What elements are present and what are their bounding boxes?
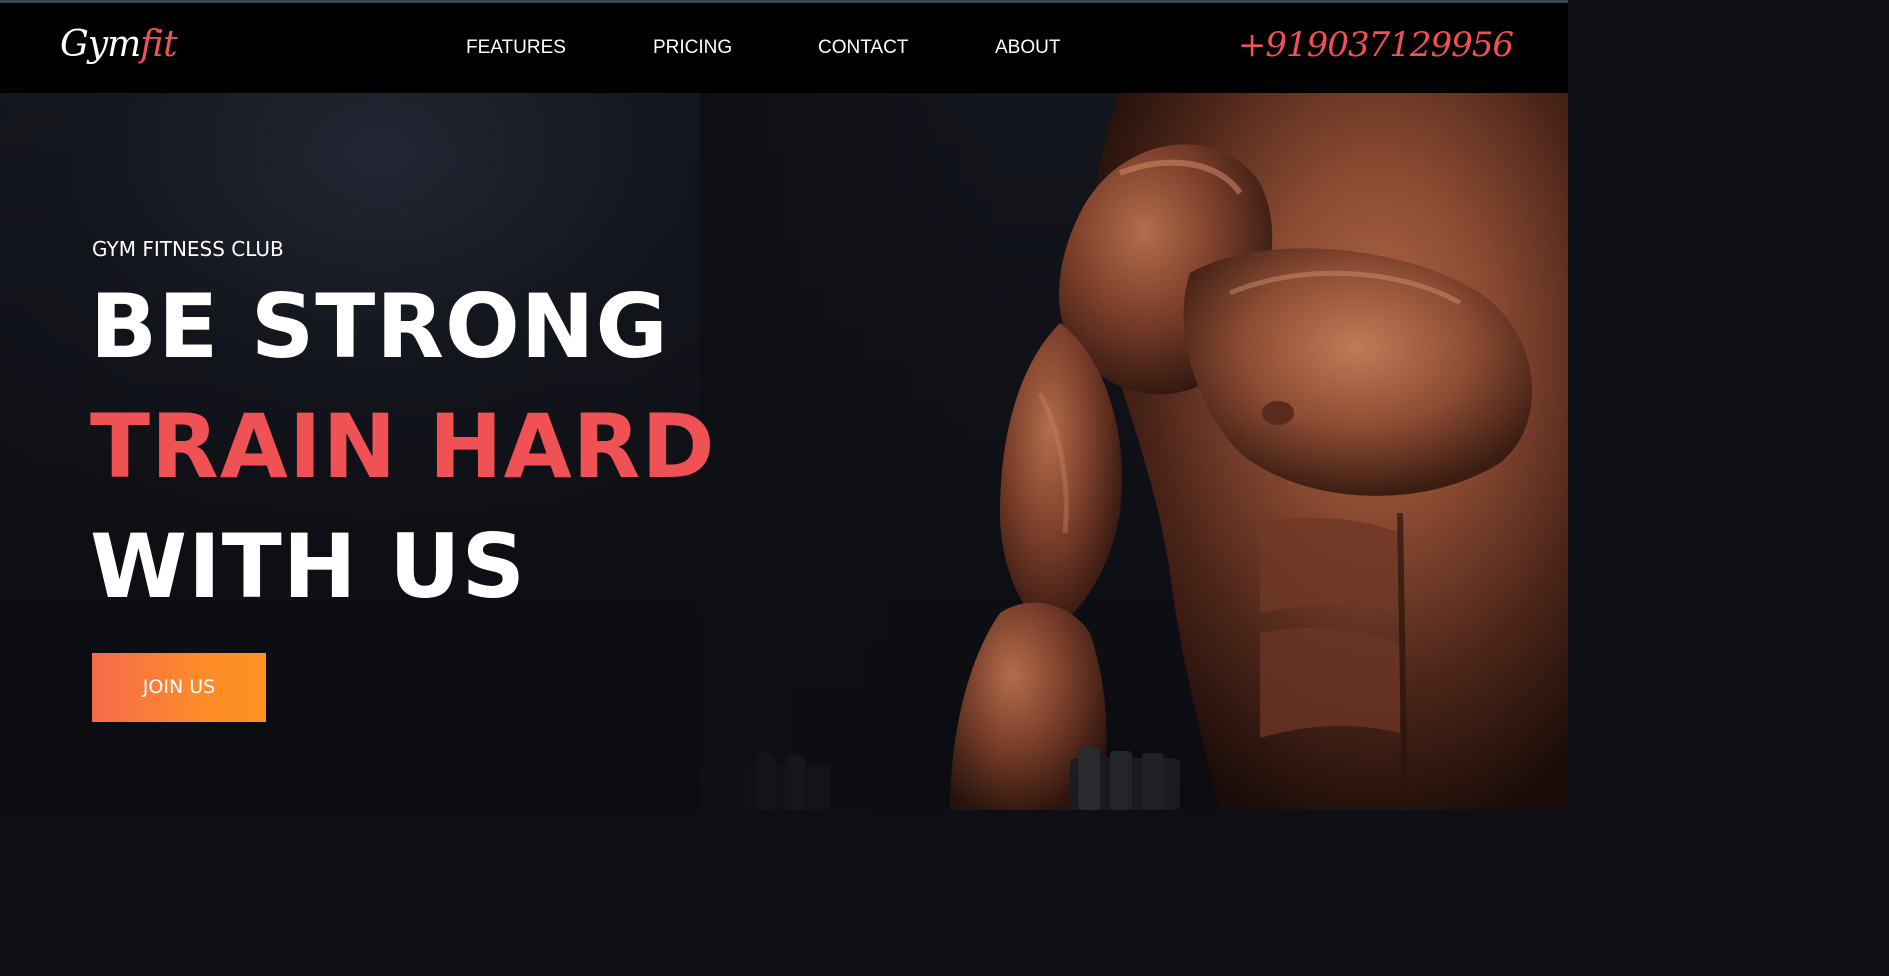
navbar: Gymfit FEATURES PRICING CONTACT ABOUT +9… [0, 3, 1568, 93]
hero-image [700, 93, 1568, 810]
hero-section: GYM FITNESS CLUB BE STRONG TRAIN HARD WI… [0, 93, 1568, 810]
landing-page: Gymfit FEATURES PRICING CONTACT ABOUT +9… [0, 0, 1568, 810]
join-us-button[interactable]: JOIN US [92, 653, 266, 722]
phone-number[interactable]: +919037129956 [1238, 23, 1514, 67]
logo-accent-text: fit [140, 24, 177, 65]
nav-link-pricing[interactable]: PRICING [653, 36, 732, 60]
nav-link-about[interactable]: ABOUT [995, 36, 1060, 60]
hero-eyebrow: GYM FITNESS CLUB [92, 237, 284, 261]
hero-headline-line3: WITH US [90, 515, 526, 618]
logo-main-text: Gym [60, 24, 141, 65]
logo[interactable]: Gymfit [60, 23, 178, 67]
hero-headline-line1: BE STRONG [90, 275, 669, 378]
nav-link-features[interactable]: FEATURES [466, 36, 566, 60]
hero-headline-line2: TRAIN HARD [90, 395, 716, 498]
nav-link-contact[interactable]: CONTACT [818, 36, 908, 60]
